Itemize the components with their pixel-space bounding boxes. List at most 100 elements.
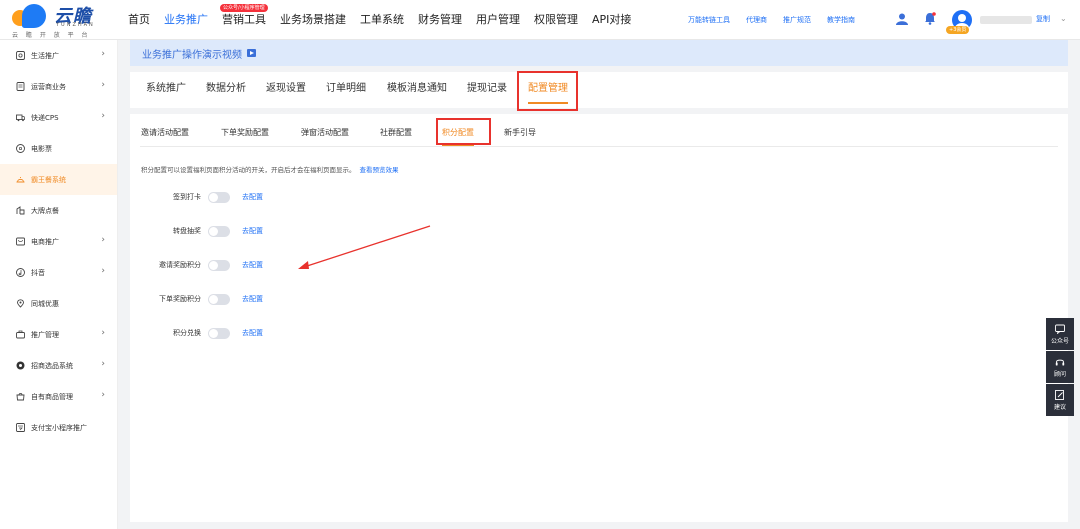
setting-label: 转盘抽奖 bbox=[173, 227, 201, 235]
briefcase-icon bbox=[16, 330, 25, 339]
order-points-toggle[interactable] bbox=[208, 294, 230, 305]
video-banner[interactable]: 业务推广操作演示视频 bbox=[130, 40, 1068, 66]
float-label: 建议 bbox=[1053, 403, 1066, 411]
nav-scene-building[interactable]: 业务场景搭建 bbox=[280, 0, 346, 40]
headset-icon bbox=[1055, 359, 1065, 365]
tab-cashback-settings[interactable]: 返现设置 bbox=[266, 72, 306, 108]
configure-link[interactable]: 去配置 bbox=[242, 260, 263, 270]
sidebar-item-brand-order[interactable]: 大牌点餐 bbox=[0, 195, 117, 226]
logo[interactable]: 云瞻 YUNZHAN 云 瞻 开 放 平 台 bbox=[12, 2, 112, 39]
chevron-right-icon: › bbox=[101, 390, 105, 400]
configure-link[interactable]: 去配置 bbox=[242, 226, 263, 236]
points-exchange-toggle[interactable] bbox=[208, 328, 230, 339]
sidebar-item-label: 抖音 bbox=[31, 268, 45, 277]
chevron-right-icon: › bbox=[101, 111, 105, 121]
divider bbox=[140, 146, 1058, 147]
sidebar-item-delivery[interactable]: 快递CPS › bbox=[0, 102, 117, 133]
sidebar-item-label: 大牌点餐 bbox=[31, 206, 59, 215]
nav-users[interactable]: 用户管理 bbox=[476, 0, 520, 40]
preview-link[interactable]: 查看预览效果 bbox=[360, 166, 399, 174]
nav-ticket-system[interactable]: 工单系统 bbox=[360, 0, 404, 40]
setting-label: 邀请奖励积分 bbox=[159, 261, 201, 269]
official-account-button[interactable]: 公众号 bbox=[1046, 318, 1074, 350]
sidebar-item-promotion-management[interactable]: 推广管理 › bbox=[0, 319, 117, 350]
video-banner-text: 业务推广操作演示视频 bbox=[142, 49, 242, 61]
sidebar-item-label: 自有商品管理 bbox=[31, 392, 73, 401]
sidebar-item-label: 霸王餐系统 bbox=[31, 175, 66, 184]
nav-finance[interactable]: 财务管理 bbox=[418, 0, 462, 40]
sidebar-item-own-goods[interactable]: 自有商品管理 › bbox=[0, 381, 117, 412]
sidebar-item-label: 推广管理 bbox=[31, 330, 59, 339]
sidebar-item-alipay-mini[interactable]: 支付宝小程序推广 bbox=[0, 412, 117, 443]
main-tabs: 系统推广 数据分析 返现设置 订单明细 模板消息通知 提现记录 配置管理 bbox=[130, 72, 1068, 108]
setting-row-checkin: 签到打卡 去配置 bbox=[130, 190, 330, 204]
sidebar-item-douyin[interactable]: 抖音 › bbox=[0, 257, 117, 288]
subtab-beginner-guide[interactable]: 新手引导 bbox=[504, 124, 536, 146]
copy-link[interactable]: 复制 bbox=[1036, 14, 1050, 24]
sidebar-item-label: 电商推广 bbox=[31, 237, 59, 246]
float-label: 顾问 bbox=[1053, 370, 1066, 378]
username-blurred bbox=[980, 16, 1032, 24]
sidebar-item-label: 生活推广 bbox=[31, 51, 59, 60]
life-icon bbox=[16, 51, 25, 60]
consultant-button[interactable]: 顾问 bbox=[1046, 351, 1074, 383]
chevron-right-icon: › bbox=[101, 359, 105, 369]
tab-data-analysis[interactable]: 数据分析 bbox=[206, 72, 246, 108]
configure-link[interactable]: 去配置 bbox=[242, 328, 263, 338]
suggestion-button[interactable]: 建议 bbox=[1046, 384, 1074, 416]
main-nav: 首页 业务推广 公众号/小程序管理 营销工具 业务场景搭建 工单系统 财务管理 用… bbox=[128, 0, 645, 40]
subtab-popup-config[interactable]: 弹窗活动配置 bbox=[301, 124, 349, 146]
link-link-tool[interactable]: 万能转链工具 bbox=[688, 15, 730, 25]
checkin-toggle[interactable] bbox=[208, 192, 230, 203]
sidebar-item-life[interactable]: 生活推广 › bbox=[0, 40, 117, 71]
setting-label: 签到打卡 bbox=[173, 193, 201, 201]
sidebar-item-movie[interactable]: 电影票 bbox=[0, 133, 117, 164]
tab-system-promotion[interactable]: 系统推广 bbox=[146, 72, 186, 108]
bell-icon[interactable] bbox=[924, 12, 936, 25]
sidebar-item-selection-system[interactable]: 招商选品系统 › bbox=[0, 350, 117, 381]
sidebar-item-meal-system[interactable]: 霸王餐系统 bbox=[0, 164, 117, 195]
nav-api[interactable]: API对接 bbox=[592, 0, 631, 40]
nav-marketing-tools[interactable]: 公众号/小程序管理 营销工具 bbox=[220, 0, 268, 40]
subtab-order-reward-config[interactable]: 下单奖励配置 bbox=[221, 124, 269, 146]
setting-row-wheel: 转盘抽奖 去配置 bbox=[130, 224, 330, 238]
chat-icon bbox=[1055, 324, 1065, 334]
douyin-icon bbox=[16, 268, 25, 277]
subtab-invite-config[interactable]: 邀请活动配置 bbox=[141, 124, 189, 146]
sidebar-item-label: 支付宝小程序推广 bbox=[31, 423, 87, 432]
chevron-right-icon: › bbox=[101, 328, 105, 338]
setting-row-points-exchange: 积分兑换 去配置 bbox=[130, 326, 330, 340]
movie-icon bbox=[16, 144, 25, 153]
selection-icon bbox=[16, 361, 25, 370]
sidebar-item-operator[interactable]: 运营商业务 › bbox=[0, 71, 117, 102]
user-icon[interactable] bbox=[896, 13, 908, 25]
link-promotion-rules[interactable]: 推广规范 bbox=[783, 15, 811, 25]
tab-order-details[interactable]: 订单明细 bbox=[326, 72, 366, 108]
sidebar-item-label: 运营商业务 bbox=[31, 82, 66, 91]
logo-sub: YUNZHAN bbox=[56, 22, 95, 28]
sidebar-item-label: 招商选品系统 bbox=[31, 361, 73, 370]
subtab-community-config[interactable]: 社群配置 bbox=[380, 124, 412, 146]
wheel-toggle[interactable] bbox=[208, 226, 230, 237]
link-teaching-guide[interactable]: 教学指南 bbox=[827, 15, 855, 25]
invite-points-toggle[interactable] bbox=[208, 260, 230, 271]
configure-link[interactable]: 去配置 bbox=[242, 192, 263, 202]
vip-badge: +3会员 bbox=[946, 26, 970, 34]
tab-withdrawal-records[interactable]: 提现记录 bbox=[467, 72, 507, 108]
meal-icon bbox=[16, 177, 25, 183]
setting-row-invite-points: 邀请奖励积分 去配置 bbox=[130, 258, 330, 272]
nav-permissions[interactable]: 权限管理 bbox=[534, 0, 578, 40]
logo-tagline: 云 瞻 开 放 平 台 bbox=[12, 32, 91, 39]
content-card: 邀请活动配置 下单奖励配置 弹窗活动配置 社群配置 积分配置 新手引导 积分配置… bbox=[130, 114, 1068, 522]
delivery-icon bbox=[16, 114, 25, 122]
play-icon[interactable] bbox=[247, 49, 256, 57]
configure-link[interactable]: 去配置 bbox=[242, 294, 263, 304]
tab-template-notifications[interactable]: 模板消息通知 bbox=[387, 72, 447, 108]
nav-home[interactable]: 首页 bbox=[128, 0, 150, 40]
chevron-down-icon[interactable]: ⌄ bbox=[1060, 14, 1067, 23]
sidebar-item-local-deals[interactable]: 同城优惠 bbox=[0, 288, 117, 319]
sidebar-item-ecommerce[interactable]: 电商推广 › bbox=[0, 226, 117, 257]
link-agent[interactable]: 代理商 bbox=[746, 15, 767, 25]
sidebar-item-label: 同城优惠 bbox=[31, 299, 59, 308]
nav-business-promotion[interactable]: 业务推广 bbox=[164, 0, 208, 40]
